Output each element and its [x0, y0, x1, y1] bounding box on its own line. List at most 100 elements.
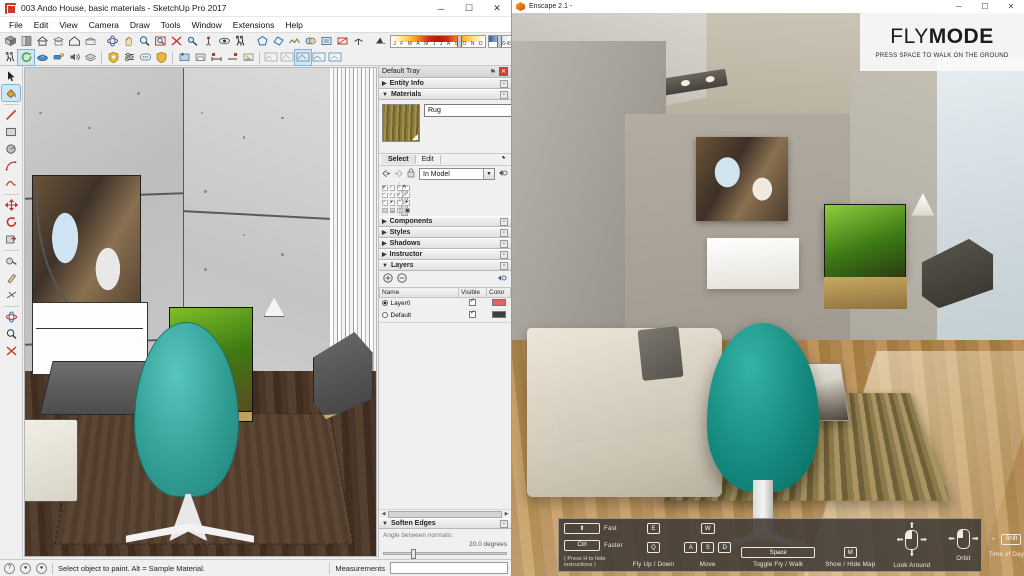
minimize-button[interactable]: ─	[427, 0, 455, 17]
position-camera-icon[interactable]	[200, 34, 216, 49]
sketchup-viewport[interactable]	[24, 67, 377, 557]
material-swatch[interactable]	[382, 185, 388, 191]
material-swatch[interactable]	[390, 193, 396, 199]
select-tool-icon[interactable]	[2, 68, 20, 84]
sound-icon[interactable]	[66, 50, 82, 65]
axes-icon[interactable]	[350, 34, 366, 49]
table-row[interactable]: Default	[380, 310, 511, 322]
top-view-icon[interactable]	[50, 34, 66, 49]
tab-edit[interactable]: Edit	[416, 155, 441, 164]
sliders-icon[interactable]	[121, 50, 137, 65]
zoom-tool-icon[interactable]	[2, 326, 20, 342]
layer-color-cell[interactable]	[487, 310, 511, 322]
layer-name-cell[interactable]: Default	[380, 310, 459, 322]
dynamic-components-icon[interactable]	[318, 34, 334, 49]
shadow-month-slider[interactable]: J F M A M J J A S O N D	[390, 35, 486, 48]
shield-icon[interactable]	[153, 50, 169, 65]
panel-collapse-icon[interactable]: ▫	[500, 251, 508, 259]
slider-thumb[interactable]	[411, 549, 416, 559]
solid-tools-icon[interactable]	[302, 34, 318, 49]
eyedropper-icon[interactable]	[497, 153, 507, 166]
text-tool-icon[interactable]	[2, 270, 20, 286]
layer-active-radio[interactable]	[382, 312, 388, 318]
iso-view-icon[interactable]	[2, 34, 18, 49]
person-icon[interactable]: ●	[36, 563, 47, 574]
front-view-icon[interactable]	[18, 34, 34, 49]
menu-tools[interactable]: Tools	[156, 18, 186, 32]
look-around-icon[interactable]	[216, 34, 232, 49]
shift-key[interactable]: Shift	[1001, 534, 1021, 545]
layer-visible-checkbox[interactable]	[469, 311, 476, 318]
section-plane-icon[interactable]	[334, 34, 350, 49]
scene-thumb-5-icon[interactable]	[327, 50, 343, 65]
sketchup-titlebar[interactable]: 003 Ando House, basic materials - Sketch…	[0, 0, 511, 17]
rectangle-tool-icon[interactable]	[2, 124, 20, 140]
material-swatch[interactable]	[390, 200, 396, 206]
maximize-button[interactable]: ☐	[972, 0, 998, 13]
material-swatch[interactable]	[405, 208, 411, 214]
a-key[interactable]: A	[684, 542, 697, 553]
enscape-settings-icon[interactable]	[50, 50, 66, 65]
arc-tool-icon[interactable]	[2, 158, 20, 174]
scroll-right-icon[interactable]: ▶	[502, 511, 511, 517]
panel-layers[interactable]: ▼ Layers ▫	[379, 260, 511, 271]
credits-icon[interactable]: ●	[20, 563, 31, 574]
rotated-rect-icon[interactable]	[270, 34, 286, 49]
maximize-button[interactable]: ☐	[455, 0, 483, 17]
time-slider-thumb[interactable]	[497, 35, 502, 48]
m-key[interactable]: M	[844, 547, 857, 558]
menu-draw[interactable]: Draw	[125, 18, 155, 32]
ctrl-key[interactable]: Ctrl	[564, 540, 600, 551]
home-library-icon[interactable]	[406, 168, 416, 180]
zoom-extents-tool-icon[interactable]	[2, 343, 20, 359]
scene-thumb-4-icon[interactable]	[311, 50, 327, 65]
back-view-icon[interactable]	[82, 34, 98, 49]
e-key[interactable]: E	[647, 523, 660, 534]
rotate-tool-icon[interactable]	[2, 214, 20, 230]
shadow-time-slider[interactable]: 06:43 AM	[488, 35, 512, 48]
layers-col-color[interactable]: Color	[487, 288, 511, 298]
panel-collapse-icon[interactable]: ▫	[500, 240, 508, 248]
line-tool-icon[interactable]	[2, 107, 20, 123]
layer-color-swatch[interactable]	[492, 299, 506, 306]
layer-visible-checkbox[interactable]	[469, 299, 476, 306]
layer-name-cell[interactable]: Layer0	[380, 298, 459, 310]
material-swatch[interactable]	[382, 208, 388, 214]
panel-materials[interactable]: ▼ Materials ▫	[379, 89, 511, 100]
material-name-input[interactable]	[424, 104, 512, 117]
tab-select[interactable]: Select	[382, 155, 416, 164]
panel-collapse-icon[interactable]: ▫	[500, 520, 508, 528]
image-tool-icon[interactable]	[240, 50, 256, 65]
menu-camera[interactable]: Camera	[84, 18, 124, 32]
material-swatch[interactable]	[405, 185, 411, 191]
tray-close-icon[interactable]: ✕	[499, 67, 508, 76]
close-button[interactable]: ✕	[483, 0, 511, 17]
menu-window[interactable]: Window	[187, 18, 227, 32]
dimension-2-icon[interactable]	[224, 50, 240, 65]
s-key[interactable]: S	[701, 542, 714, 553]
q-key[interactable]: Q	[647, 542, 660, 553]
scene-thumb-1-icon[interactable]	[263, 50, 279, 65]
panel-collapse-icon[interactable]: ▫	[500, 91, 508, 99]
menu-help[interactable]: Help	[280, 18, 307, 32]
menu-view[interactable]: View	[54, 18, 82, 32]
circle-tool-icon[interactable]	[2, 141, 20, 157]
dimension-tool-icon[interactable]	[2, 287, 20, 303]
enscape-sync-icon[interactable]	[18, 50, 34, 65]
scene-thumb-3-icon[interactable]	[295, 50, 311, 65]
help-icon[interactable]: ?	[4, 563, 15, 574]
scroll-left-icon[interactable]: ◀	[379, 511, 388, 517]
layers-manager-icon[interactable]	[82, 50, 98, 65]
panel-entity-info[interactable]: ▶ Entity Info ▫	[379, 78, 511, 89]
minimize-button[interactable]: ─	[946, 0, 972, 13]
previous-view-icon[interactable]	[184, 34, 200, 49]
layers-col-visible[interactable]: Visible	[459, 288, 487, 298]
zoom-extents-icon[interactable]	[168, 34, 184, 49]
enscape-render-viewport[interactable]	[512, 13, 1024, 576]
layer-color-cell[interactable]	[487, 298, 511, 310]
up-arrow-key[interactable]: ⬆	[564, 523, 600, 534]
walkthrough-icon[interactable]	[2, 50, 18, 65]
enscape-render-icon[interactable]	[34, 50, 50, 65]
panel-styles[interactable]: ▶ Styles ▫	[379, 227, 511, 238]
layer-visible-cell[interactable]	[459, 298, 487, 310]
